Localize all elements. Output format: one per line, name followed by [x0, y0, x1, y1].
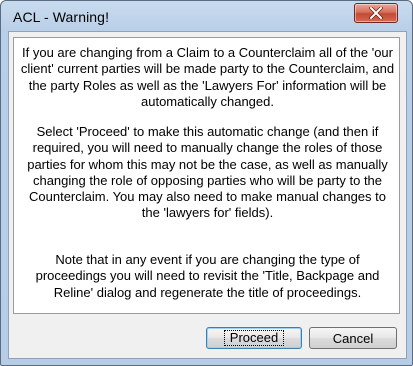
- cancel-button[interactable]: Cancel: [309, 327, 397, 349]
- close-button[interactable]: [354, 3, 398, 23]
- message-paragraph-1: If you are changing from a Claim to a Co…: [20, 45, 395, 109]
- message-box: If you are changing from a Claim to a Co…: [13, 37, 400, 314]
- warning-dialog: ACL - Warning! If you are changing from …: [0, 0, 413, 366]
- window-title: ACL - Warning!: [13, 9, 110, 25]
- dialog-body: If you are changing from a Claim to a Co…: [8, 31, 407, 359]
- proceed-button-label: Proceed: [223, 330, 285, 346]
- proceed-button[interactable]: Proceed: [206, 327, 302, 349]
- message-paragraph-2: Select 'Proceed' to make this automatic …: [27, 124, 388, 221]
- message-paragraph-3: Note that in any event if you are changi…: [35, 252, 380, 300]
- title-bar[interactable]: ACL - Warning!: [1, 1, 412, 31]
- close-icon: [369, 7, 383, 19]
